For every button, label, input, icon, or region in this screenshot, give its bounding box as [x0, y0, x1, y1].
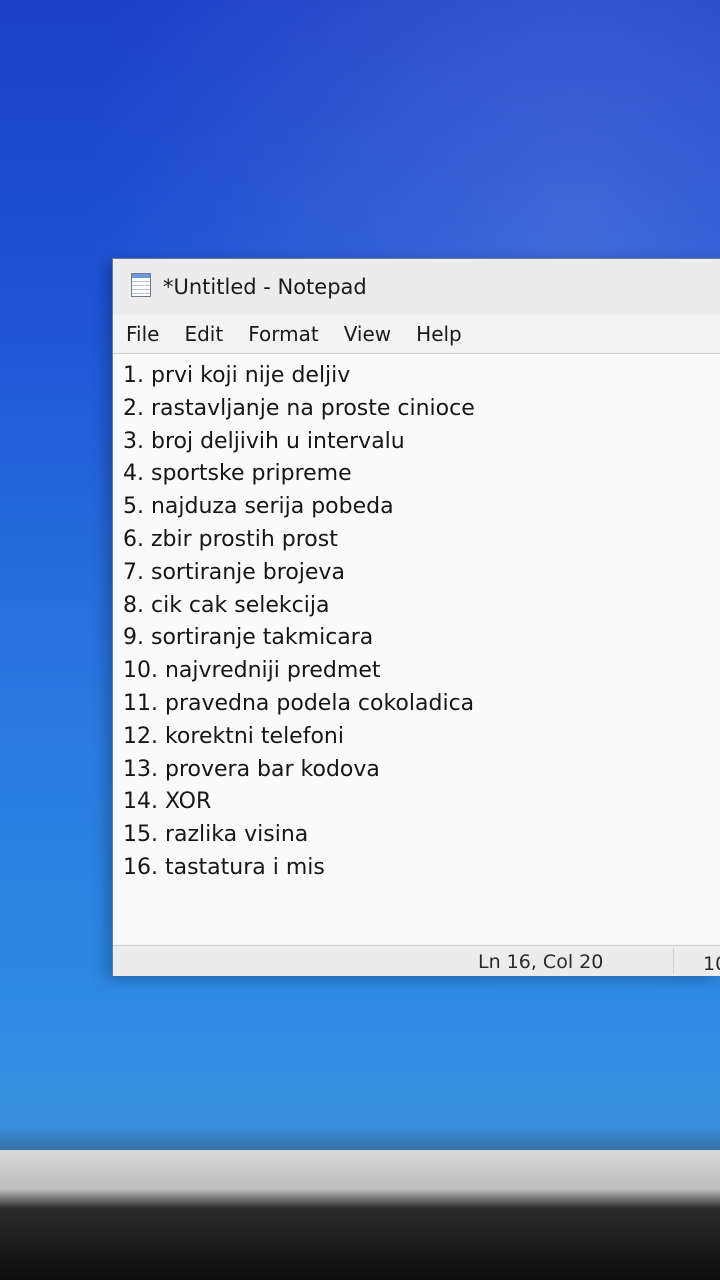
editor-line: 3. broj deljivih u intervalu — [123, 428, 405, 454]
menu-view[interactable]: View — [331, 322, 403, 346]
editor-line: 6. zbir prostih prost — [123, 526, 338, 552]
editor-line: 9. sortiranje takmicara — [123, 625, 374, 651]
editor-line: 1. prvi koji nije deljiv — [123, 363, 351, 388]
editor-line: 13. provera bar kodova — [123, 756, 380, 782]
menu-bar: File Edit Format View Help — [113, 317, 720, 351]
monitor-bezel — [0, 1150, 720, 1280]
editor-line: 12. korektni telefoni — [123, 723, 344, 749]
title-bar[interactable]: *Untitled - Notepad — [113, 259, 720, 315]
editor-line: 10. najvredniji predmet — [123, 658, 381, 684]
notepad-icon — [131, 273, 151, 297]
zoom-level: 10 — [703, 953, 720, 975]
menu-help[interactable]: Help — [403, 322, 474, 346]
status-divider — [673, 948, 674, 974]
menu-edit[interactable]: Edit — [171, 322, 235, 346]
cursor-position: Ln 16, Col 20 — [478, 951, 604, 973]
editor-line: 16. tastatura i mis — [123, 854, 325, 880]
editor-line: 4. sportske pripreme — [123, 461, 352, 487]
menu-file[interactable]: File — [113, 322, 171, 346]
editor-line: 11. pravedna podela cokoladica — [123, 690, 475, 716]
editor-line: 8. cik cak selekcija — [123, 592, 330, 618]
editor-line: 7. sortiranje brojeva — [123, 559, 345, 585]
editor-line: 5. najduza serija pobeda — [123, 494, 394, 520]
editor-line: 2. rastavljanje na proste cinioce — [123, 395, 475, 421]
text-editor[interactable]: 1. prvi koji nije deljiv 2. rastavljanje… — [113, 353, 720, 944]
window-title: *Untitled - Notepad — [163, 275, 367, 299]
status-bar: Ln 16, Col 20 10 — [113, 945, 720, 976]
editor-line: 15. razlika visina — [123, 822, 309, 848]
menu-format[interactable]: Format — [235, 322, 330, 346]
editor-content[interactable]: 1. prvi koji nije deljiv 2. rastavljanje… — [113, 354, 720, 885]
notepad-window: *Untitled - Notepad File Edit Format Vie… — [112, 258, 720, 976]
editor-line: 14. XOR — [123, 789, 212, 815]
